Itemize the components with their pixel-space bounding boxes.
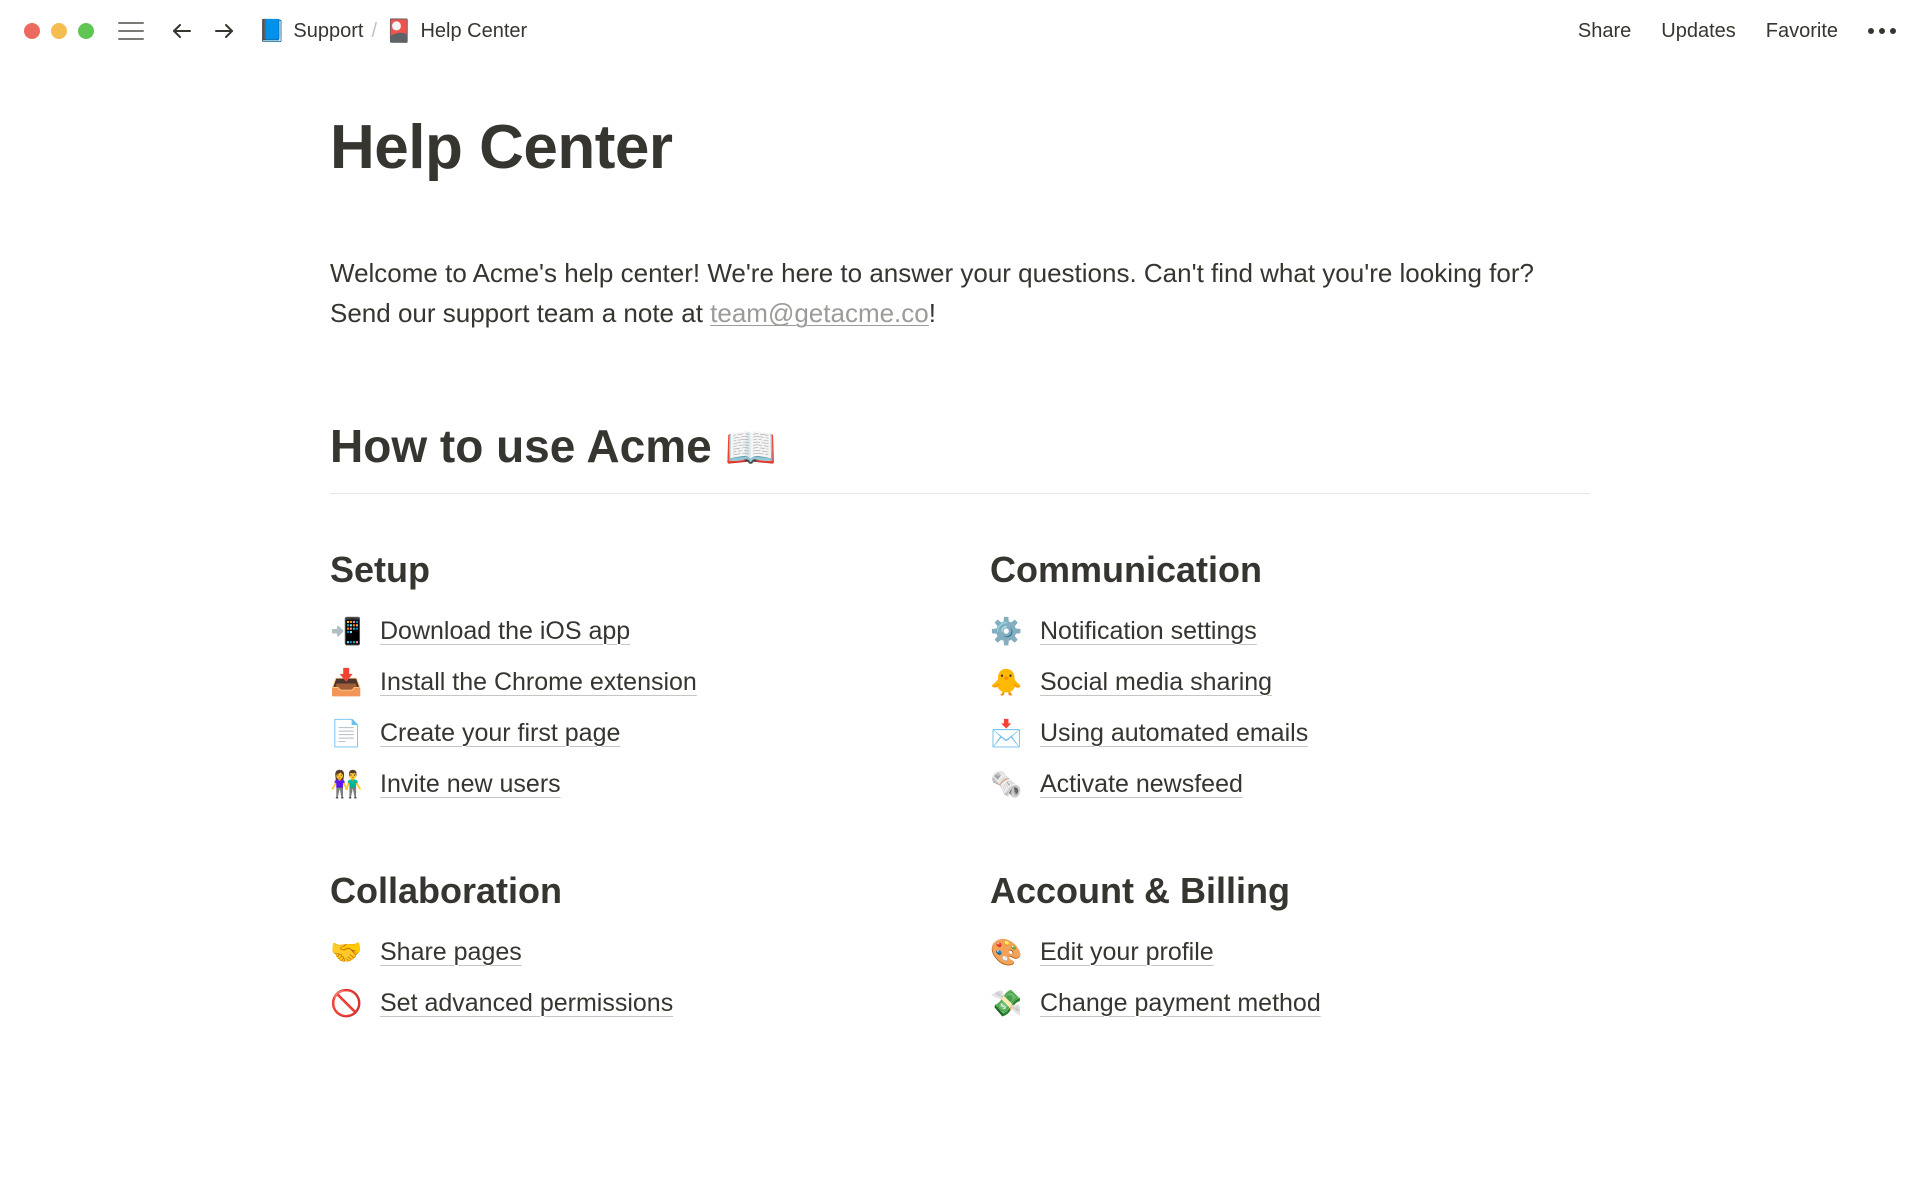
- gear-icon: ⚙️: [990, 616, 1026, 647]
- breadcrumb: 📘 Support / 🎴 Help Center: [258, 18, 527, 44]
- link-label: Edit your profile: [1040, 938, 1214, 967]
- link-label: Social media sharing: [1040, 668, 1272, 697]
- envelope-icon: 📩: [990, 718, 1026, 749]
- list-item[interactable]: 🤝 Share pages: [330, 937, 930, 968]
- list-item[interactable]: ⚙️ Notification settings: [990, 616, 1590, 647]
- link-label: Create your first page: [380, 719, 620, 748]
- bird-icon: 🐥: [990, 667, 1026, 698]
- breadcrumb-item-help-center[interactable]: 🎴 Help Center: [385, 18, 527, 44]
- column-title-setup: Setup: [330, 549, 930, 591]
- section-heading: How to use Acme 📖: [330, 419, 1590, 473]
- people-icon: 👫: [330, 769, 366, 800]
- topbar: 📘 Support / 🎴 Help Center Share Updates …: [0, 0, 1920, 62]
- nav-arrows: [168, 17, 238, 45]
- link-label: Share pages: [380, 938, 522, 967]
- list-item[interactable]: 💸 Change payment method: [990, 988, 1590, 1019]
- column-title-communication: Communication: [990, 549, 1590, 591]
- back-button[interactable]: [168, 17, 196, 45]
- list-item[interactable]: 👫 Invite new users: [330, 769, 930, 800]
- link-label: Invite new users: [380, 770, 561, 799]
- page-content: Help Center Welcome to Acme's help cente…: [260, 62, 1660, 1039]
- window-zoom-icon[interactable]: [78, 23, 94, 39]
- link-label: Change payment method: [1040, 989, 1321, 1018]
- list-item[interactable]: 📲 Download the iOS app: [330, 616, 930, 647]
- column-account-billing: Account & Billing 🎨 Edit your profile 💸 …: [990, 870, 1590, 1039]
- link-label: Download the iOS app: [380, 617, 630, 646]
- support-email-link[interactable]: team@getacme.co: [710, 298, 929, 328]
- inbox-download-icon: 📥: [330, 667, 366, 698]
- column-collaboration: Collaboration 🤝 Share pages 🚫 Set advanc…: [330, 870, 930, 1039]
- list-item[interactable]: 📩 Using automated emails: [990, 718, 1590, 749]
- more-menu-icon[interactable]: [1868, 28, 1896, 34]
- column-title-account-billing: Account & Billing: [990, 870, 1590, 912]
- list-item[interactable]: 📥 Install the Chrome extension: [330, 667, 930, 698]
- page-title: Help Center: [330, 112, 1590, 183]
- list-item[interactable]: 🐥 Social media sharing: [990, 667, 1590, 698]
- help-topics-grid: Setup 📲 Download the iOS app 📥 Install t…: [330, 549, 1590, 1039]
- palette-icon: 🎨: [990, 937, 1026, 968]
- forward-button[interactable]: [210, 17, 238, 45]
- link-label: Activate newsfeed: [1040, 770, 1243, 799]
- link-label: Notification settings: [1040, 617, 1257, 646]
- window-close-icon[interactable]: [24, 23, 40, 39]
- column-setup: Setup 📲 Download the iOS app 📥 Install t…: [330, 549, 930, 820]
- list-item[interactable]: 📄 Create your first page: [330, 718, 930, 749]
- divider: [330, 493, 1590, 494]
- section-heading-text: How to use Acme: [330, 420, 724, 472]
- updates-button[interactable]: Updates: [1661, 20, 1736, 43]
- link-label: Using automated emails: [1040, 719, 1308, 748]
- list-item[interactable]: 🎨 Edit your profile: [990, 937, 1590, 968]
- arrow-left-icon: [170, 19, 194, 43]
- sidebar-toggle-icon[interactable]: [118, 22, 144, 40]
- handshake-icon: 🤝: [330, 937, 366, 968]
- column-communication: Communication ⚙️ Notification settings 🐥…: [990, 549, 1590, 820]
- link-label: Install the Chrome extension: [380, 668, 697, 697]
- column-title-collaboration: Collaboration: [330, 870, 930, 912]
- page-icon: 📄: [330, 718, 366, 749]
- arrow-right-icon: [212, 19, 236, 43]
- link-label: Set advanced permissions: [380, 989, 673, 1018]
- breadcrumb-separator: /: [371, 20, 377, 43]
- money-icon: 💸: [990, 988, 1026, 1019]
- breadcrumb-label: Support: [293, 20, 363, 43]
- list-item[interactable]: 🗞️ Activate newsfeed: [990, 769, 1590, 800]
- card-icon: 🎴: [385, 18, 412, 44]
- newspaper-icon: 🗞️: [990, 769, 1026, 800]
- window-controls: [24, 23, 94, 39]
- topbar-actions: Share Updates Favorite: [1578, 20, 1896, 43]
- intro-paragraph: Welcome to Acme's help center! We're her…: [330, 253, 1590, 334]
- open-book-icon: 📖: [724, 424, 776, 471]
- intro-text-tail: !: [929, 298, 936, 328]
- list-item[interactable]: 🚫 Set advanced permissions: [330, 988, 930, 1019]
- mobile-download-icon: 📲: [330, 616, 366, 647]
- favorite-button[interactable]: Favorite: [1766, 20, 1838, 43]
- window-minimize-icon[interactable]: [51, 23, 67, 39]
- breadcrumb-item-support[interactable]: 📘 Support: [258, 18, 363, 44]
- share-button[interactable]: Share: [1578, 20, 1631, 43]
- book-icon: 📘: [258, 18, 285, 44]
- no-entry-icon: 🚫: [330, 988, 366, 1019]
- breadcrumb-label: Help Center: [420, 20, 527, 43]
